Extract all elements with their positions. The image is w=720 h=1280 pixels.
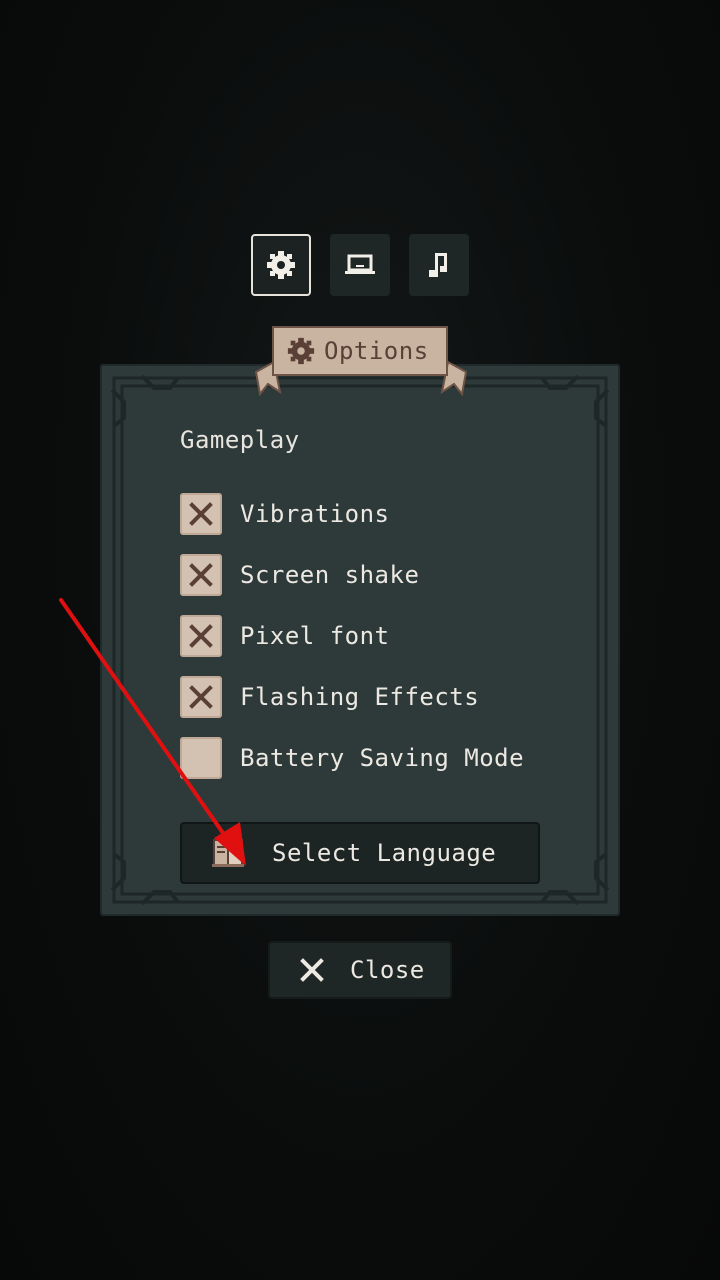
flashing-effects-checkbox[interactable] (180, 676, 222, 718)
options-panel: Gameplay Vibrations Screen shake Pixel f… (100, 364, 620, 916)
screen-shake-label: Screen shake (240, 561, 420, 589)
select-language-button[interactable]: Select Language (180, 822, 540, 884)
check-x-icon (189, 502, 213, 526)
vibrations-label: Vibrations (240, 500, 390, 528)
check-x-icon (189, 685, 213, 709)
screen-shake-checkbox[interactable] (180, 554, 222, 596)
music-note-icon (429, 253, 447, 277)
tab-gameplay[interactable] (251, 234, 311, 296)
gear-icon (287, 337, 315, 365)
section-title: Gameplay (180, 426, 300, 454)
banner-plate: Options (272, 326, 448, 376)
tab-display[interactable] (330, 234, 390, 296)
option-pixel-font[interactable]: Pixel font (180, 614, 390, 658)
close-label: Close (350, 956, 425, 984)
tab-audio[interactable] (409, 234, 469, 296)
options-banner: Options (254, 322, 468, 398)
vibrations-checkbox[interactable] (180, 493, 222, 535)
select-language-label: Select Language (272, 839, 497, 867)
option-flashing-effects[interactable]: Flashing Effects (180, 675, 479, 719)
laptop-icon (345, 254, 375, 274)
battery-saving-mode-checkbox[interactable] (180, 737, 222, 779)
battery-saving-mode-label: Battery Saving Mode (240, 744, 525, 772)
check-x-icon (189, 563, 213, 587)
check-x-icon (189, 624, 213, 648)
option-battery-saving-mode[interactable]: Battery Saving Mode (180, 736, 524, 780)
pixel-font-checkbox[interactable] (180, 615, 222, 657)
flashing-effects-label: Flashing Effects (240, 683, 480, 711)
banner-title: Options (324, 337, 429, 365)
close-button[interactable]: Close (268, 941, 452, 999)
option-screen-shake[interactable]: Screen shake (180, 553, 419, 597)
book-icon (212, 839, 244, 867)
options-screen: Gameplay Vibrations Screen shake Pixel f… (0, 0, 720, 1280)
pixel-font-label: Pixel font (240, 622, 390, 650)
close-icon (300, 958, 324, 982)
gear-icon (267, 251, 295, 279)
option-vibrations[interactable]: Vibrations (180, 492, 390, 536)
